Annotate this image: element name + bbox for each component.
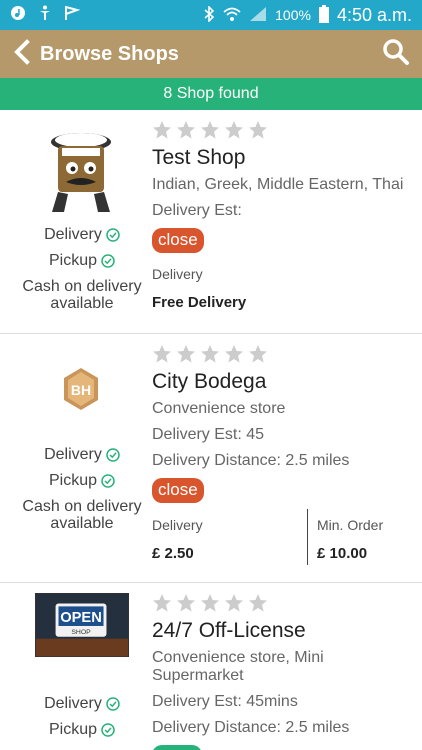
bluetooth-icon: [203, 4, 215, 25]
rating-stars: [152, 593, 418, 613]
shop-logo: [44, 128, 118, 216]
delivery-option: Delivery: [12, 222, 152, 248]
delivery-estimate: Delivery Est: 45mins: [152, 693, 298, 710]
status-badge: open: [152, 745, 202, 750]
shop-name[interactable]: 24/7 Off-License: [152, 619, 418, 643]
check-icon: [101, 723, 115, 737]
star-icon: [201, 345, 219, 363]
service-options: Delivery Pickup: [12, 691, 152, 743]
star-icon: [153, 594, 171, 612]
star-icon: [225, 121, 243, 139]
shop-logo: OPEN SHOP: [35, 593, 129, 657]
shop-logo: BH: [64, 368, 98, 410]
shop-category: Convenience store: [152, 400, 286, 417]
delivery-distance: Delivery Distance: 2.5 miles: [152, 719, 350, 736]
delivery-fee-label: Delivery: [152, 266, 203, 282]
check-icon: [101, 254, 115, 268]
battery-icon: [318, 4, 329, 26]
service-options: Delivery Pickup Cash on delivery availab…: [12, 442, 152, 532]
accessibility-icon: [38, 5, 52, 26]
shop-category: Convenience store, Mini Supermarket: [152, 649, 324, 684]
check-icon: [101, 474, 115, 488]
star-icon: [201, 594, 219, 612]
delivery-fee: Delivery Free Delivery: [152, 266, 418, 311]
delivery-fee: Delivery £ 2.50: [152, 517, 302, 562]
music-icon: [10, 5, 26, 26]
rating-stars: [152, 120, 418, 140]
shop-category: Indian, Greek, Middle Eastern, Thai: [152, 176, 404, 193]
star-icon: [153, 345, 171, 363]
pickup-option: Pickup: [12, 248, 152, 274]
status-bar: 100% 4:50 a.m.: [0, 0, 422, 30]
cash-on-delivery-label: Cash on delivery available: [22, 278, 142, 312]
battery-level: 100%: [275, 7, 311, 23]
results-count-bar: 8 Shop found: [0, 78, 422, 118]
delivery-fee-value: Free Delivery: [152, 294, 247, 311]
wifi-icon: [223, 6, 241, 25]
shop-card[interactable]: BH Delivery Pickup Cash on delivery avai…: [0, 334, 422, 583]
star-icon: [249, 594, 267, 612]
shop-name[interactable]: City Bodega: [152, 370, 418, 394]
star-icon: [177, 121, 195, 139]
delivery-fee-label: Delivery: [152, 517, 203, 533]
logo-text: BH: [71, 382, 91, 398]
shop-details: 24/7 Off-License Convenience store, Mini…: [152, 593, 418, 750]
chevron-left-icon[interactable]: [12, 38, 32, 70]
min-order-value: £ 10.00: [317, 545, 368, 562]
delivery-estimate: Delivery Est: 45: [152, 426, 265, 443]
shop-card[interactable]: Delivery Pickup Cash on delivery availab…: [0, 110, 422, 334]
shop-list: Delivery Pickup Cash on delivery availab…: [0, 110, 422, 750]
star-icon: [225, 345, 243, 363]
clock: 4:50 a.m.: [336, 4, 412, 25]
delivery-fee-value: £ 2.50: [152, 545, 194, 562]
delivery-option: Delivery: [12, 691, 152, 717]
min-order-label: Min. Order: [317, 517, 384, 533]
status-badge: close: [152, 228, 204, 253]
star-icon: [225, 594, 243, 612]
shop-card[interactable]: OPEN SHOP Delivery Pickup 24/7 Off-Licen…: [0, 583, 422, 750]
min-order: Min. Order £ 10.00: [317, 517, 417, 562]
pickup-option: Pickup: [12, 468, 152, 494]
search-icon[interactable]: [382, 38, 410, 71]
service-options: Delivery Pickup Cash on delivery availab…: [12, 222, 152, 312]
star-icon: [249, 345, 267, 363]
star-icon: [177, 345, 195, 363]
star-icon: [177, 594, 195, 612]
status-badge: close: [152, 478, 204, 503]
check-icon: [106, 448, 120, 462]
results-count: 8 Shop found: [163, 85, 259, 102]
rating-stars: [152, 344, 418, 364]
check-icon: [106, 228, 120, 242]
page-title: Browse Shops: [40, 42, 179, 65]
shop-name[interactable]: Test Shop: [152, 146, 418, 170]
signal-icon: [249, 6, 267, 25]
delivery-option: Delivery: [12, 442, 152, 468]
divider: [307, 509, 308, 565]
shop-details: Test Shop Indian, Greek, Middle Eastern,…: [152, 120, 418, 253]
cash-on-delivery-label: Cash on delivery available: [22, 498, 142, 532]
star-icon: [153, 121, 171, 139]
star-icon: [201, 121, 219, 139]
star-icon: [249, 121, 267, 139]
logo-subtext: SHOP: [71, 629, 91, 636]
check-icon: [106, 697, 120, 711]
pickup-option: Pickup: [12, 717, 152, 743]
delivery-estimate: Delivery Est:: [152, 202, 242, 219]
logo-text: OPEN: [60, 610, 102, 626]
shop-details: City Bodega Convenience store Delivery E…: [152, 344, 418, 503]
delivery-distance: Delivery Distance: 2.5 miles: [152, 452, 350, 469]
flag-icon: [64, 5, 81, 26]
app-bar: Browse Shops: [0, 30, 422, 78]
